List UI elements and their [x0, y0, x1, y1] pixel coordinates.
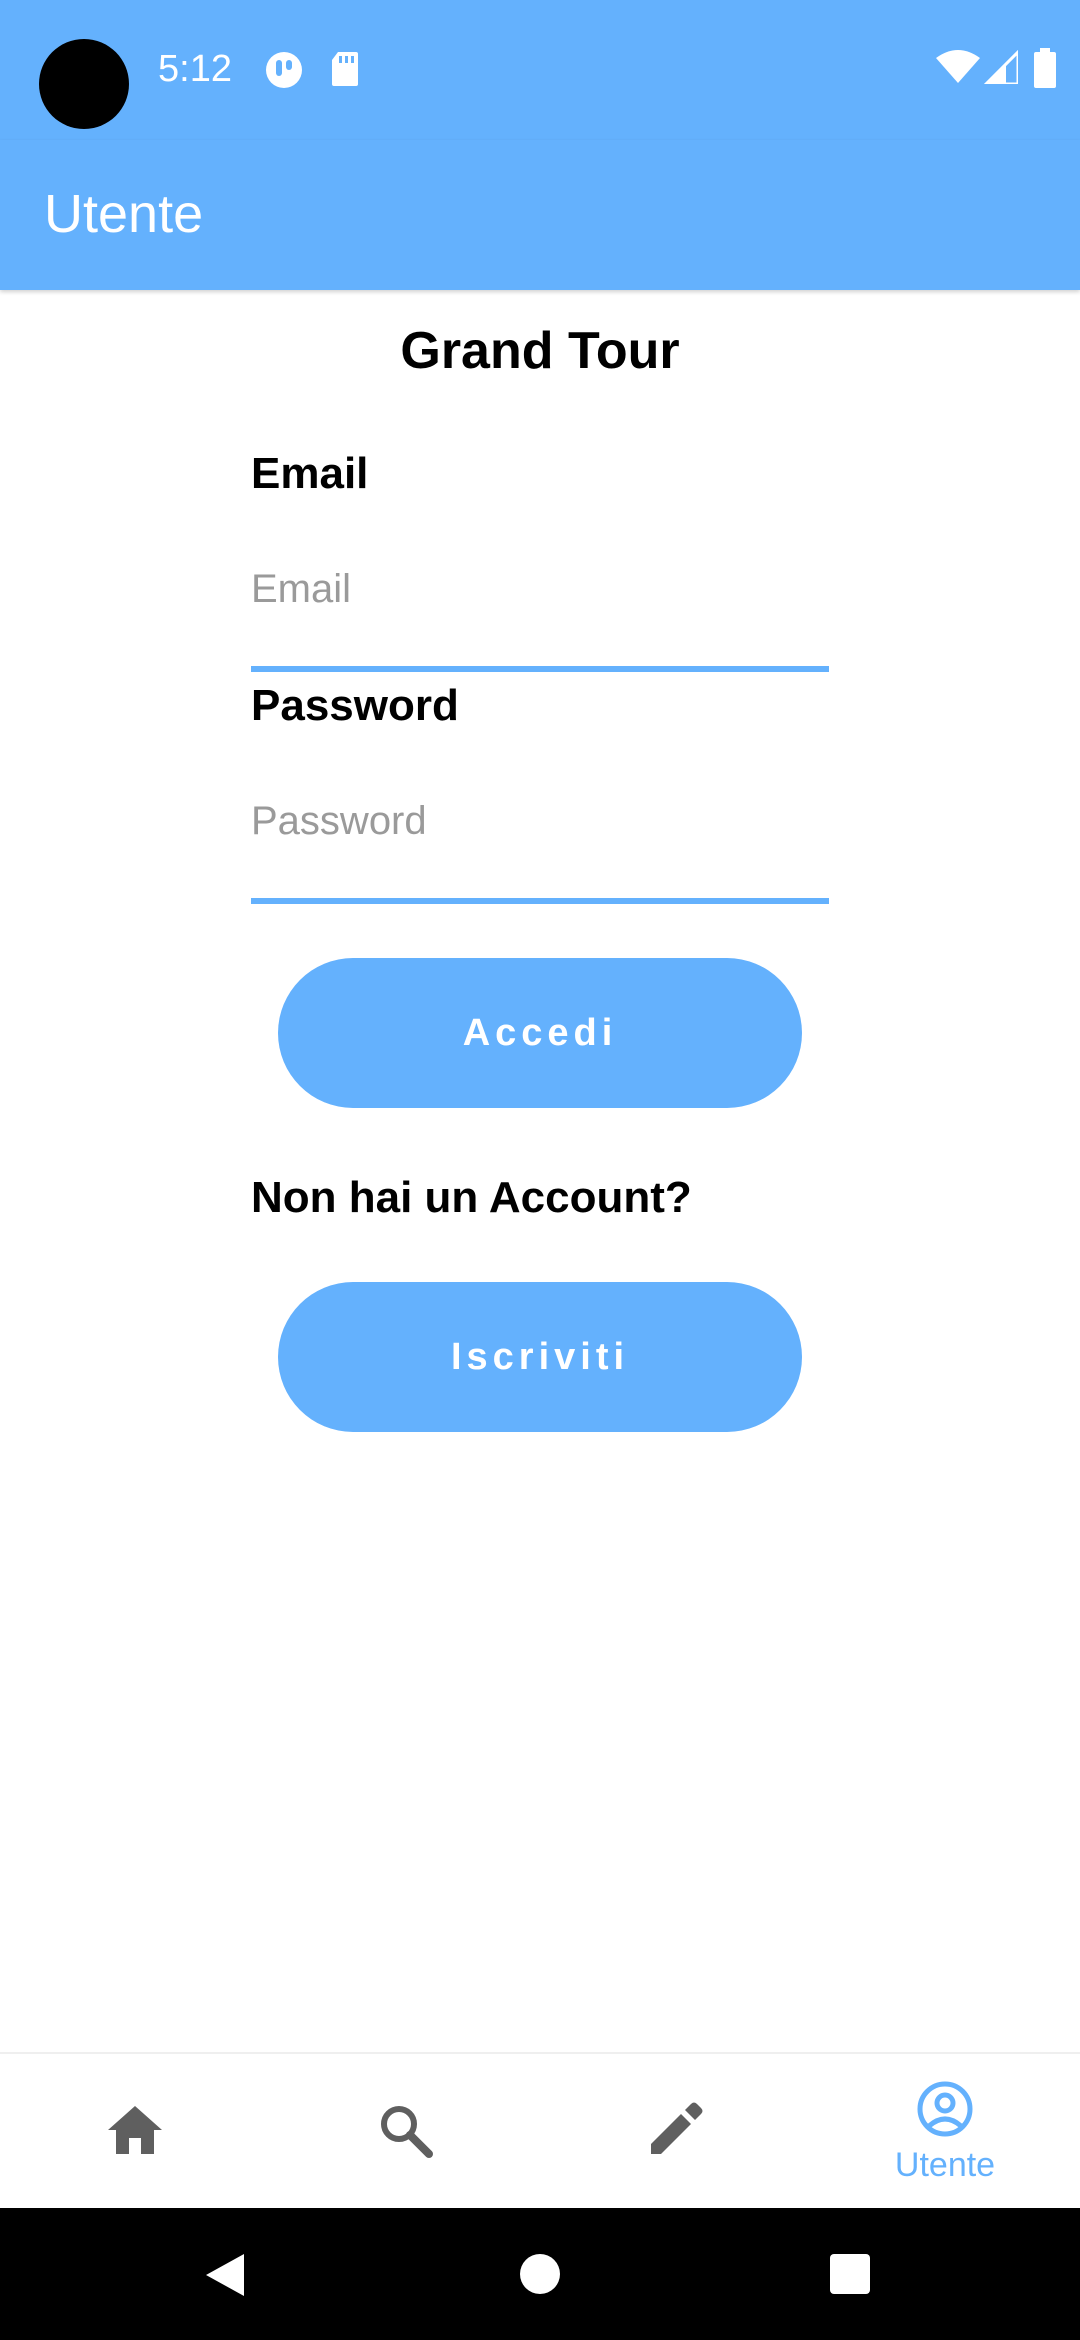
account-circle-icon — [916, 2080, 974, 2143]
pencil-icon — [647, 2102, 703, 2163]
app-bar: Utente — [0, 140, 1080, 290]
email-field[interactable] — [251, 552, 829, 672]
login-button[interactable]: Accedi — [278, 958, 802, 1108]
signup-prompt: Non hai un Account? — [251, 1173, 692, 1222]
bottom-navigation: Utente — [0, 2052, 1080, 2210]
nav-item-utente[interactable]: Utente — [810, 2054, 1080, 2210]
status-time: 5:12 — [158, 48, 232, 90]
signup-button[interactable]: Iscriviti — [278, 1282, 802, 1432]
password-field[interactable] — [251, 784, 829, 904]
system-navigation-bar — [0, 2208, 1080, 2340]
email-label: Email — [251, 449, 369, 498]
page-title: Grand Tour — [400, 322, 680, 380]
status-bar: 5:12 — [0, 0, 1080, 140]
nav-item-home[interactable] — [0, 2054, 270, 2210]
recents-icon[interactable] — [830, 2254, 870, 2299]
nav-item-edit[interactable] — [540, 2054, 810, 2210]
app-bar-title: Utente — [44, 184, 204, 244]
wifi-icon — [936, 50, 980, 89]
sd-card-icon — [330, 50, 360, 93]
home-circle-icon[interactable] — [520, 2254, 560, 2299]
nav-item-search[interactable] — [270, 2054, 540, 2210]
password-label: Password — [251, 681, 459, 730]
signal-icon — [982, 48, 1020, 89]
home-icon — [106, 2104, 164, 2161]
battery-icon — [1034, 48, 1056, 93]
search-icon — [377, 2102, 433, 2163]
camera-hole — [39, 39, 129, 129]
back-icon[interactable] — [204, 2252, 246, 2303]
app-notification-icon — [264, 50, 304, 95]
nav-label-utente: Utente — [894, 2145, 996, 2184]
